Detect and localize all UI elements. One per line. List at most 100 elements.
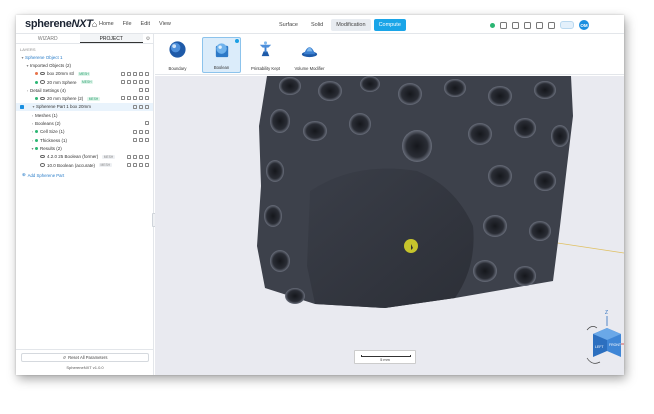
- printability-icon: [259, 41, 272, 57]
- layer-item[interactable]: 20 mm Sphere (2) MESH: [16, 94, 153, 102]
- logo-text: spherene: [25, 18, 72, 30]
- layer-action-icon[interactable]: [145, 121, 149, 126]
- layer-action-icon[interactable]: [127, 71, 131, 76]
- tab-solid[interactable]: Solid: [306, 19, 328, 31]
- layer-action-icon[interactable]: [133, 162, 137, 167]
- layer-action-icon[interactable]: [145, 71, 149, 76]
- tool-boolean-label: Boolean: [213, 65, 230, 70]
- layer-action-icon[interactable]: [121, 71, 125, 76]
- visibility-icon[interactable]: [40, 163, 45, 167]
- layer-action-icon[interactable]: [139, 137, 143, 142]
- tool-printability[interactable]: Printability Kept: [246, 37, 285, 73]
- layer-action-icon[interactable]: [139, 71, 143, 76]
- add-spherene-part-button[interactable]: ⊕ Add Spherene Part: [16, 169, 153, 181]
- layer-action-icon[interactable]: [127, 154, 131, 159]
- layer-action-icon[interactable]: [139, 162, 143, 167]
- layer-action-icon[interactable]: [145, 154, 149, 159]
- checkbox-icon[interactable]: [20, 104, 24, 109]
- layer-item[interactable]: › Cell Size (1): [16, 128, 153, 136]
- mesh-badge: MESH: [99, 163, 112, 167]
- layer-action-icon[interactable]: [139, 96, 143, 101]
- reset-all-parameters-button[interactable]: ↺ Reset All Parameters: [21, 353, 149, 362]
- layer-item[interactable]: ▾ Results (2): [16, 144, 153, 152]
- layer-action-icon[interactable]: [133, 129, 137, 134]
- layer-item[interactable]: ▾ Spherene Object 1: [16, 53, 153, 61]
- layer-item[interactable]: › Booleans (2): [16, 119, 153, 127]
- menu-file[interactable]: File: [123, 21, 132, 27]
- layer-action-icon[interactable]: [139, 154, 143, 159]
- visibility-icon[interactable]: [40, 80, 45, 84]
- layer-action-icon[interactable]: [133, 79, 137, 84]
- layer-action-icon[interactable]: [121, 96, 125, 101]
- tool-boolean[interactable]: Boolean: [202, 37, 241, 73]
- layer-item[interactable]: 4.2.0 25 Boolean (former) MESH: [16, 153, 153, 161]
- layer-item-label: Spherene Object 1: [25, 54, 63, 60]
- layer-action-icon[interactable]: [127, 79, 131, 84]
- layer-action-icon[interactable]: [139, 104, 143, 109]
- layer-action-icon[interactable]: [145, 79, 149, 84]
- layer-item[interactable]: ▾ Spherene Part 1 box 20mm: [16, 102, 153, 112]
- theme-toggle[interactable]: [560, 21, 574, 29]
- layer-action-icon[interactable]: [145, 137, 149, 142]
- layer-action-icon[interactable]: [127, 162, 131, 167]
- layer-item-label: 20 mm Sphere (2): [47, 96, 84, 102]
- layer-item[interactable]: › Detail Settings (4): [16, 86, 153, 94]
- menu-view[interactable]: View: [159, 21, 171, 27]
- tab-modification[interactable]: Modification: [331, 19, 371, 31]
- top-right-controls: OM: [490, 20, 589, 30]
- tab-wizard[interactable]: WIZARD: [16, 34, 80, 43]
- visibility-icon[interactable]: [40, 71, 45, 76]
- layer-item[interactable]: ▾ Imported Objects (2): [16, 61, 153, 69]
- layer-item[interactable]: 20 mm Sphere MESH: [16, 78, 153, 86]
- tab-project[interactable]: PROJECT: [79, 34, 143, 43]
- layer-item-label: 20 mm Sphere: [47, 79, 77, 85]
- layer-item-label: Cell Size (1): [40, 129, 65, 135]
- tools-icon[interactable]: [500, 21, 507, 29]
- layer-action-icon[interactable]: [133, 137, 137, 142]
- layer-item[interactable]: › Meshes (1): [16, 111, 153, 119]
- app-logo[interactable]: sphereneNXT: [25, 18, 93, 30]
- layer-action-icon[interactable]: [145, 162, 149, 167]
- help-icon[interactable]: [548, 21, 555, 29]
- user-avatar[interactable]: OM: [579, 20, 589, 30]
- layer-actions: [121, 71, 149, 76]
- layer-item[interactable]: › Thickness (1): [16, 136, 153, 144]
- layer-action-icon[interactable]: [133, 104, 137, 109]
- sidebar-settings-icon[interactable]: ⚙: [143, 34, 153, 43]
- tab-surface[interactable]: Surface: [274, 19, 303, 31]
- layer-actions: [133, 104, 149, 109]
- link-icon[interactable]: [512, 21, 519, 29]
- scale-bar-line: [361, 355, 411, 357]
- 3d-viewport[interactable]: LEFT FRONT Z 5 mm: [155, 76, 624, 375]
- compute-button[interactable]: Compute: [373, 19, 406, 31]
- menu-home[interactable]: Home: [92, 21, 114, 27]
- layer-action-icon[interactable]: [133, 71, 137, 76]
- tool-boundary[interactable]: Boundary: [158, 37, 197, 73]
- layer-action-icon[interactable]: [139, 88, 143, 93]
- layer-actions: [145, 121, 149, 126]
- visibility-icon[interactable]: [40, 96, 45, 101]
- tool-volume-modifier[interactable]: Volume Modifier: [290, 37, 329, 73]
- layer-action-icon[interactable]: [133, 96, 137, 101]
- grid-icon[interactable]: [524, 21, 531, 29]
- layer-item-label: 10.0 Boolean (accurate): [47, 162, 96, 168]
- layer-action-icon[interactable]: [139, 79, 143, 84]
- visibility-icon[interactable]: [40, 154, 45, 159]
- layer-action-icon[interactable]: [127, 96, 131, 101]
- menu-edit[interactable]: Edit: [141, 21, 150, 27]
- modification-toolbar: Boundary Boolean Printability Kept Volum…: [155, 34, 624, 75]
- notification-icon[interactable]: [536, 21, 543, 29]
- layer-action-icon[interactable]: [145, 88, 149, 93]
- layer-action-icon[interactable]: [139, 129, 143, 134]
- layer-action-icon[interactable]: [145, 129, 149, 134]
- layer-action-icon[interactable]: [133, 154, 137, 159]
- layer-action-icon[interactable]: [145, 104, 149, 109]
- layer-item[interactable]: 10.0 Boolean (accurate) MESH: [16, 161, 153, 169]
- mesh-badge: MESH: [87, 96, 100, 101]
- layer-action-icon[interactable]: [145, 96, 149, 101]
- status-dot-icon: [35, 130, 38, 134]
- layer-item[interactable]: box 20mm stl MESH: [16, 70, 153, 78]
- layer-actions: [127, 162, 149, 167]
- view-cube[interactable]: LEFT FRONT Z: [586, 310, 624, 364]
- layer-action-icon[interactable]: [121, 79, 125, 84]
